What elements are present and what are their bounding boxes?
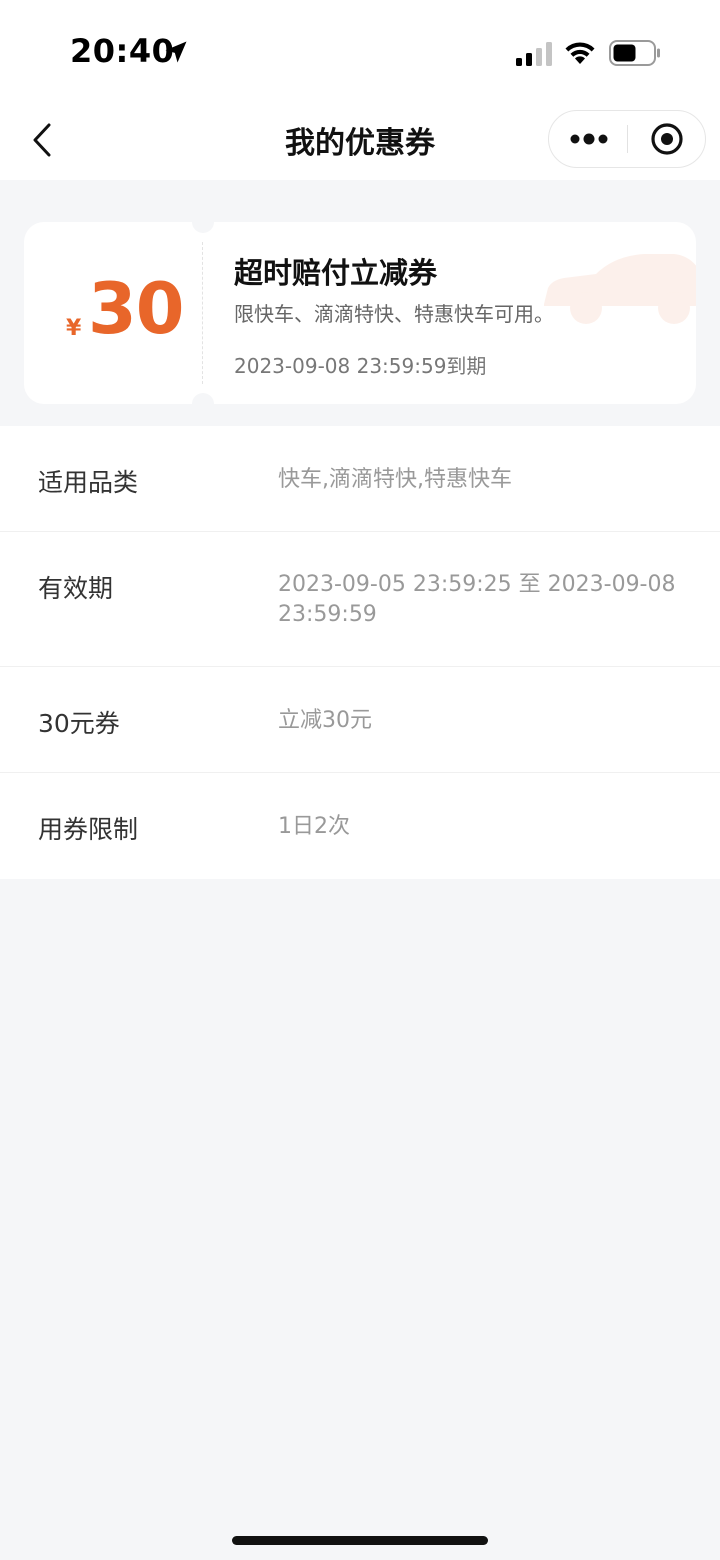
status-time: 20:40: [70, 32, 175, 70]
detail-label: 用券限制: [38, 815, 139, 844]
detail-row-limit: 用券限制 1日2次: [0, 773, 720, 879]
home-indicator: [232, 1536, 488, 1545]
coupon-notch-top: [192, 222, 214, 233]
coupon-notch-bottom: [192, 393, 214, 404]
detail-label: 适用品类: [38, 468, 139, 497]
detail-value: 2023-09-05 23:59:25 至 2023-09-08 23:59:5…: [278, 572, 676, 627]
coupon-amount: ¥ 30: [64, 268, 184, 354]
detail-label: 有效期: [38, 574, 114, 603]
detail-row-amount: 30元券 立减30元: [0, 667, 720, 773]
coupon-expiry: 2023-09-08 23:59:59到期: [234, 354, 487, 378]
more-button[interactable]: [549, 111, 628, 167]
more-dots-icon: [570, 133, 607, 145]
car-icon: [544, 254, 696, 324]
cellular-signal-icon: [516, 42, 552, 66]
mini-program-capsule: [548, 110, 706, 168]
close-button[interactable]: [628, 111, 706, 167]
wifi-icon: [565, 42, 595, 64]
detail-row-category: 适用品类 快车,滴滴特快,特惠快车: [0, 426, 720, 532]
detail-value: 快车,滴滴特快,特惠快车: [278, 467, 512, 492]
location-arrow-icon: [165, 41, 187, 63]
coupon-divider: [202, 242, 203, 384]
coupon-description: 限快车、滴滴特快、特惠快车可用。: [234, 302, 554, 326]
detail-value: 1日2次: [278, 814, 350, 839]
coupon-title: 超时赔付立减券: [234, 256, 438, 290]
coupon-currency: ¥: [66, 316, 82, 341]
detail-value: 立减30元: [278, 708, 372, 733]
coupon-value: 30: [88, 268, 184, 350]
nav-bar: 我的优惠券: [0, 100, 720, 180]
coupon-card: ¥ 30 超时赔付立减券 限快车、滴滴特快、特惠快车可用。 2023-09-08…: [24, 222, 696, 404]
battery-icon: [609, 40, 660, 66]
detail-label: 30元券: [38, 709, 120, 738]
detail-row-validity: 有效期 2023-09-05 23:59:25 至 2023-09-08 23:…: [0, 532, 720, 667]
coupon-detail-list: 适用品类 快车,滴滴特快,特惠快车 有效期 2023-09-05 23:59:2…: [0, 426, 720, 879]
target-circle-icon: [651, 123, 683, 155]
status-bar: 20:40: [0, 0, 720, 100]
